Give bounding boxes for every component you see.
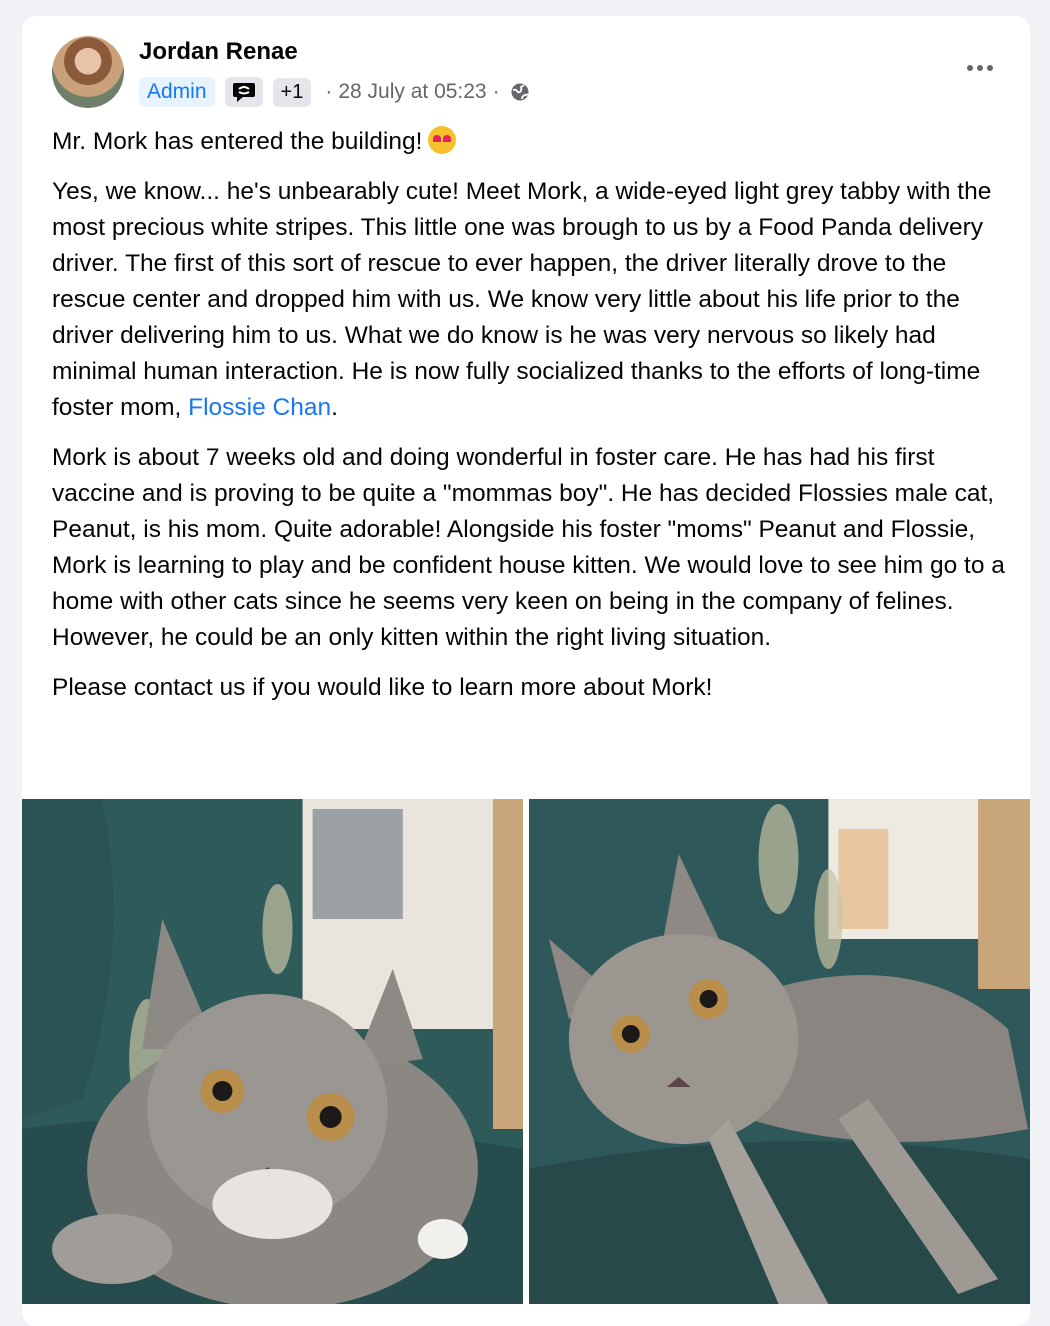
intro-text: Mr. Mork has entered the building! (52, 128, 423, 155)
post-line-1: Mr. Mork has entered the building! (52, 124, 1007, 160)
photo-grid (22, 799, 1030, 1304)
admin-badge[interactable]: Admin (139, 77, 215, 107)
post-paragraph-2: Yes, we know... he's unbearably cute! Me… (52, 174, 1007, 426)
author-name[interactable]: Jordan Renae (139, 38, 298, 66)
post-paragraph-3: Mork is about 7 weeks old and doing wond… (52, 444, 1005, 651)
extra-badges[interactable]: +1 (272, 77, 312, 107)
post-timestamp[interactable]: 28 July at 05:23 (338, 80, 486, 104)
photo-2[interactable] (529, 799, 1030, 1304)
separator: · (325, 80, 333, 103)
mention-link[interactable]: Flossie Chan (188, 394, 331, 421)
photo-1[interactable] (22, 799, 523, 1304)
avatar[interactable] (52, 36, 124, 108)
conversation-starter-icon[interactable] (224, 77, 263, 107)
post-text: Mr. Mork has entered the building! Yes, … (52, 124, 1007, 720)
post-card: Jordan Renae Admin +1 · 28 July at 05:23… (22, 16, 1030, 1326)
post-header: Jordan Renae Admin +1 · 28 July at 05:23… (52, 36, 1000, 116)
post-paragraph-4: Please contact us if you would like to l… (52, 674, 713, 701)
paragraph-text: Yes, we know... he's unbearably cute! Me… (52, 178, 992, 421)
paragraph-text-end: . (331, 394, 338, 421)
more-dots-icon[interactable] (960, 56, 1000, 80)
heart-eyes-cat-emoji (428, 126, 457, 154)
globe-icon[interactable] (510, 82, 530, 102)
separator: · (492, 80, 500, 103)
post-meta: Admin +1 · 28 July at 05:23 · (139, 76, 530, 108)
